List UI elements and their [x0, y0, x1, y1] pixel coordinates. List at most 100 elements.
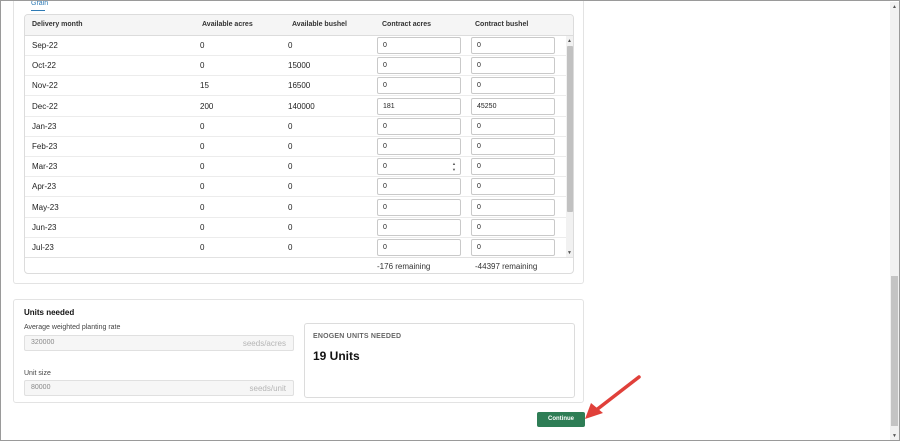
contract-bushel-value: 0	[477, 223, 481, 231]
delivery-month-cell: Sep-22	[32, 41, 58, 50]
contract-bushel-value: 0	[477, 122, 481, 130]
acres-remaining: -176 remaining	[377, 262, 431, 271]
planting-rate-field: 320000 seeds/acres	[24, 335, 294, 351]
unit-size-label: Unit size	[24, 370, 51, 377]
available-bushel-cell: 0	[288, 202, 293, 212]
delivery-month-cell: Apr-23	[32, 182, 57, 192]
planting-rate-value: 320000	[31, 339, 55, 346]
available-acres-cell: 0	[200, 202, 205, 212]
available-acres-cell: 0	[200, 162, 205, 172]
table-row: Jun-23 0 0 0 0	[25, 218, 566, 238]
table-scroll-thumb[interactable]	[567, 46, 573, 212]
delivery-month-cell: Oct-22	[32, 61, 57, 71]
scroll-down-icon[interactable]: ▼	[567, 250, 572, 256]
delivery-month-cell: Mar-23	[32, 162, 58, 172]
contract-acres-input[interactable]: 0	[377, 239, 461, 256]
contract-acres-value: 0	[383, 82, 387, 90]
contract-acres-input[interactable]: 0	[377, 77, 461, 95]
page-scrollbar[interactable]: ▲ ▼	[890, 2, 899, 440]
header-available-acres: Available acres	[202, 21, 253, 28]
header-available-bushel: Available bushel	[292, 21, 347, 28]
table-row: Feb-23 0 0 0 0	[25, 137, 566, 157]
table-scrollbar[interactable]: ▲ ▼	[566, 36, 573, 257]
contract-acres-value: 0	[383, 143, 387, 150]
contract-acres-input[interactable]: 0	[377, 198, 461, 216]
contract-bushel-input[interactable]: 0	[471, 158, 555, 176]
table-row: May-23 0 0 0 0	[25, 198, 566, 218]
delivery-month-cell: Feb-23	[32, 142, 58, 151]
contract-bushel-input[interactable]: 0	[471, 37, 555, 54]
contract-bushel-input[interactable]: 0	[471, 198, 555, 216]
contract-bushel-input[interactable]: 0	[471, 117, 555, 135]
table-body: Sep-22 0 0 0 0 Oct-22 0 15000 0 0 Nov-22 15 16500 0 0 D…	[25, 36, 566, 257]
contract-bushel-input[interactable]: 0	[471, 77, 555, 95]
unit-size-unit: seeds/unit	[249, 384, 286, 393]
app-window: Grain Delivery month Available acres Ava…	[0, 0, 900, 441]
contract-acres-value: 0	[383, 244, 387, 251]
contract-acres-value: 181	[383, 102, 395, 110]
units-needed-card: Units needed Average weighted planting r…	[13, 299, 584, 403]
contract-bushel-input[interactable]: 0	[471, 239, 555, 256]
continue-button[interactable]: Continue	[537, 412, 585, 427]
contract-acres-input[interactable]: 0	[377, 218, 461, 236]
contract-bushel-value: 0	[477, 143, 481, 150]
contract-bushel-input[interactable]: 0	[471, 138, 555, 155]
header-contract-bushel: Contract bushel	[475, 21, 529, 28]
contract-bushel-input[interactable]: 0	[471, 178, 555, 196]
available-bushel-cell: 15000	[288, 61, 311, 71]
contract-bushel-value: 0	[477, 203, 481, 211]
planting-rate-unit: seeds/acres	[242, 339, 286, 348]
units-needed-title: Units needed	[24, 308, 75, 317]
tab-grain[interactable]: Grain	[31, 1, 48, 7]
contract-acres-input[interactable]: 0	[377, 57, 461, 75]
contract-acres-input[interactable]: 0	[377, 117, 461, 135]
contract-acres-value: 0	[383, 122, 387, 130]
tab-underline	[31, 10, 45, 11]
spinner-icon[interactable]: ▲ ▼	[452, 161, 456, 173]
table-row: Sep-22 0 0 0 0	[25, 36, 566, 56]
contract-bushel-input[interactable]: 0	[471, 218, 555, 236]
table-row: Nov-22 15 16500 0 0	[25, 76, 566, 97]
table-row: Mar-23 0 0 0 ▲ ▼ 0	[25, 157, 566, 178]
available-acres-cell: 0	[200, 121, 205, 131]
available-acres-cell: 0	[200, 243, 205, 252]
delivery-month-cell: Jan-23	[32, 121, 57, 131]
contract-bushel-input[interactable]: 45250	[471, 97, 555, 115]
unit-size-field: 80000 seeds/unit	[24, 380, 294, 396]
delivery-month-cell: Dec-22	[32, 101, 58, 111]
contract-bushel-value: 0	[477, 163, 481, 171]
table-row: Dec-22 200 140000 181 45250	[25, 97, 566, 117]
page-scroll-up-icon[interactable]: ▲	[892, 4, 897, 10]
contract-acres-input[interactable]: 0	[377, 138, 461, 155]
contract-acres-input[interactable]: 181	[377, 97, 461, 115]
bushel-remaining: -44397 remaining	[475, 262, 538, 271]
available-bushel-cell: 0	[288, 243, 293, 252]
unit-size-value: 80000	[31, 384, 51, 391]
delivery-month-cell: Nov-22	[32, 81, 58, 91]
contract-acres-value: 0	[383, 223, 387, 231]
table-row: Oct-22 0 15000 0 0	[25, 56, 566, 77]
contract-acres-value: 0	[383, 183, 387, 191]
table-footer: -176 remaining -44397 remaining	[25, 257, 573, 273]
contract-bushel-value: 0	[477, 42, 481, 49]
contract-acres-value: 0	[383, 203, 387, 211]
scroll-up-icon[interactable]: ▲	[567, 38, 572, 44]
page-scroll-thumb[interactable]	[891, 276, 898, 426]
available-bushel-cell: 0	[288, 121, 293, 131]
contract-acres-input[interactable]: 0	[377, 178, 461, 196]
contract-bushel-input[interactable]: 0	[471, 57, 555, 75]
available-acres-cell: 0	[200, 182, 205, 192]
page-scroll-down-icon[interactable]: ▼	[892, 433, 897, 439]
contract-acres-input[interactable]: 0 ▲ ▼	[377, 158, 461, 176]
available-bushel-cell: 0	[288, 41, 293, 50]
table-header: Delivery month Available acres Available…	[25, 15, 573, 36]
available-bushel-cell: 140000	[288, 101, 315, 111]
contract-bushel-value: 0	[477, 82, 481, 90]
header-delivery-month: Delivery month	[32, 21, 83, 28]
contract-acres-value: 0	[383, 163, 387, 171]
available-bushel-cell: 0	[288, 162, 293, 172]
contract-bushel-value: 0	[477, 62, 481, 70]
contract-acres-input[interactable]: 0	[377, 37, 461, 54]
delivery-month-cell: May-23	[32, 202, 59, 212]
table-row: Jul-23 0 0 0 0	[25, 238, 566, 257]
